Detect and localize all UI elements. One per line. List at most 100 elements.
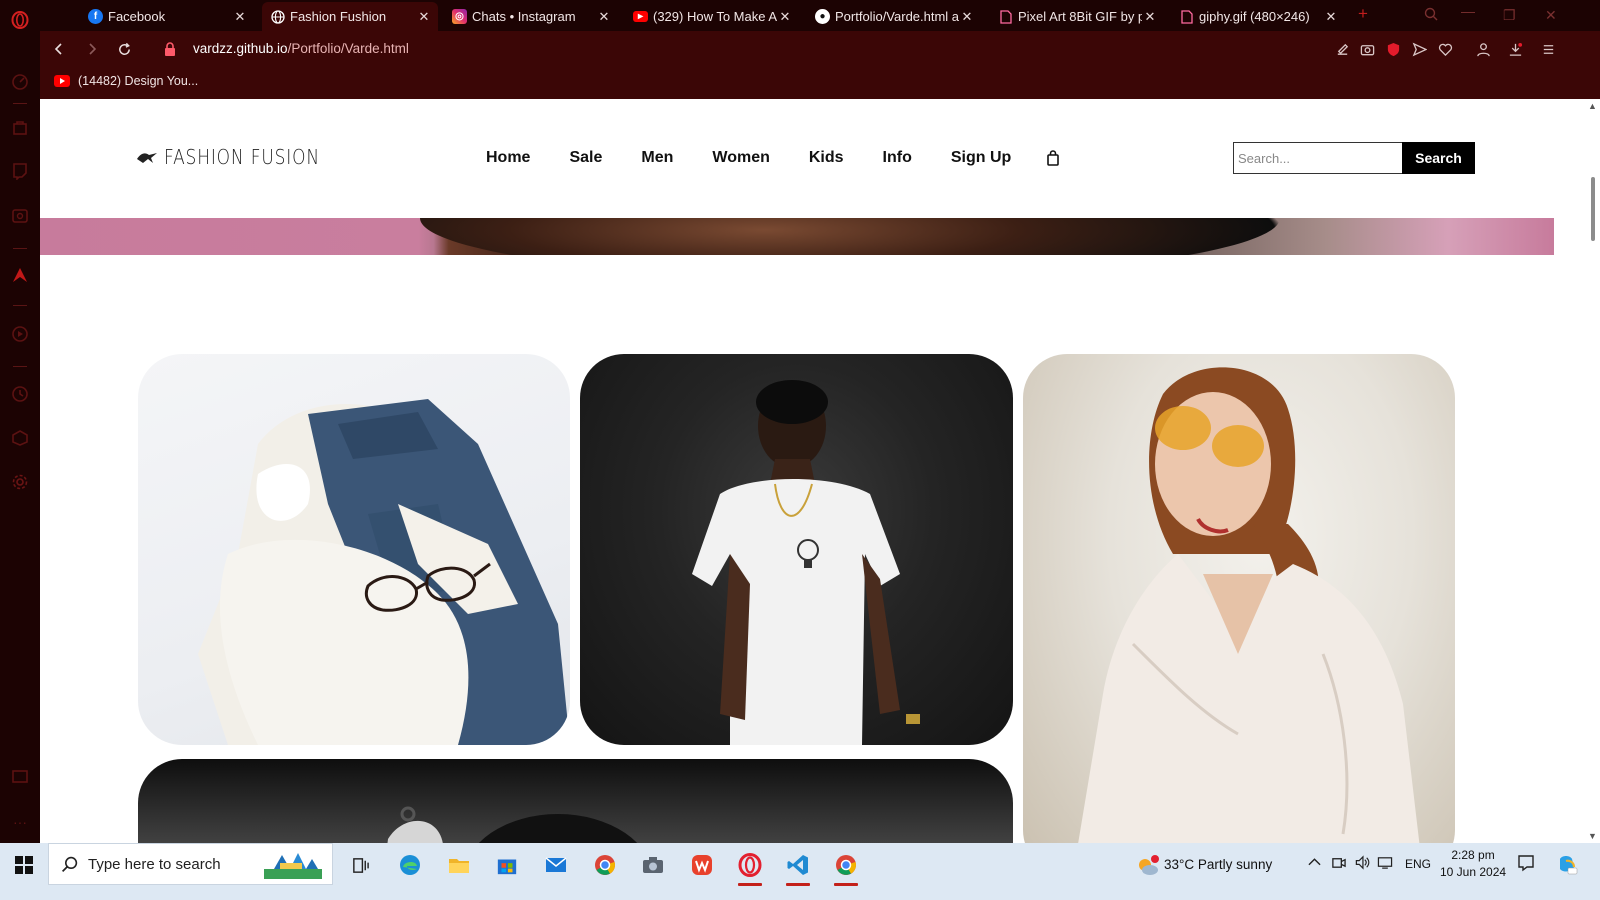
file-explorer-icon[interactable]	[444, 850, 474, 880]
page-scrollbar[interactable]: ▲ ▼	[1586, 99, 1600, 843]
nav-men[interactable]: Men	[641, 149, 673, 167]
lock-icon[interactable]	[164, 42, 176, 56]
heart-bookmark-icon[interactable]	[1437, 41, 1454, 58]
easy-menu-icon[interactable]	[1540, 41, 1557, 58]
instagram-icon: ◎	[452, 9, 467, 24]
tab-title: (329) How To Make A Po	[653, 9, 777, 24]
close-icon[interactable]: ✕	[1142, 9, 1158, 25]
youtube-icon	[54, 75, 70, 87]
adblock-shield-icon[interactable]	[1385, 41, 1402, 58]
scroll-up-arrow-icon[interactable]: ▲	[1588, 101, 1597, 111]
reload-icon[interactable]	[115, 40, 133, 58]
tab-github[interactable]: ● Portfolio/Varde.html at m ✕	[807, 2, 981, 31]
edge-icon[interactable]	[395, 850, 425, 880]
nav-info[interactable]: Info	[883, 149, 912, 167]
gallery-image-bw-portrait[interactable]	[138, 759, 1013, 843]
tab-search-icon[interactable]	[1424, 7, 1438, 24]
search-icon	[61, 856, 78, 872]
tab-youtube[interactable]: ▸ (329) How To Make A Po ✕	[625, 2, 799, 31]
bookmark-design-youtube[interactable]: (14482) Design You...	[54, 74, 198, 88]
network-icon[interactable]	[1377, 855, 1393, 873]
close-icon[interactable]: ✕	[232, 9, 248, 25]
minimize-icon[interactable]: —	[1461, 3, 1475, 19]
logo-text: FASHION FUSION	[164, 145, 320, 169]
tab-pixel-art[interactable]: Pixel Art 8Bit GIF by pixel ✕	[990, 2, 1164, 31]
task-view-icon[interactable]	[345, 850, 375, 880]
chrome-running-icon[interactable]	[831, 850, 861, 886]
nav-kids[interactable]: Kids	[809, 149, 844, 167]
vscode-icon[interactable]	[783, 850, 813, 886]
close-icon[interactable]: ✕	[1323, 9, 1339, 25]
scroll-down-arrow-icon[interactable]: ▼	[1588, 831, 1597, 841]
language-indicator[interactable]: ENG	[1405, 857, 1431, 871]
tab-bar: f Facebook ✕ Fashion Fushion ✕ ◎ Chats •…	[40, 0, 1600, 31]
microsoft-store-icon[interactable]	[492, 850, 522, 880]
nav-sale[interactable]: Sale	[569, 149, 602, 167]
taskbar-search-box[interactable]: Type here to search	[48, 843, 333, 885]
wps-office-icon[interactable]	[687, 850, 717, 880]
close-icon[interactable]: ✕	[777, 9, 793, 25]
chrome-icon[interactable]	[590, 850, 620, 880]
shopping-bag-icon[interactable]	[1046, 150, 1060, 166]
tab-facebook[interactable]: f Facebook ✕	[80, 2, 254, 31]
opera-logo-icon[interactable]	[11, 11, 29, 29]
facebook-icon: f	[88, 9, 103, 24]
send-icon[interactable]	[1411, 41, 1428, 58]
volume-icon[interactable]	[1354, 855, 1370, 873]
windows-start-icon[interactable]	[15, 856, 33, 874]
nav-women[interactable]: Women	[712, 149, 769, 167]
restore-icon[interactable]: ❐	[1503, 7, 1516, 24]
window-close-icon[interactable]: ✕	[1545, 7, 1557, 24]
history-icon[interactable]	[11, 385, 29, 403]
search-highlight-icon	[254, 849, 328, 881]
snapshot-camera-icon[interactable]	[1359, 41, 1376, 58]
copilot-icon[interactable]	[1556, 853, 1578, 878]
meet-now-icon[interactable]	[1331, 855, 1346, 873]
player-icon[interactable]	[11, 325, 29, 343]
opera-taskbar-icon[interactable]	[735, 850, 765, 886]
tab-title: Fashion Fushion	[290, 9, 387, 24]
site-logo[interactable]: FASHION FUSION	[136, 145, 347, 169]
easy-setup-icon[interactable]	[1334, 41, 1351, 58]
logo-mark-icon	[137, 153, 157, 163]
site-search-button[interactable]: Search	[1402, 142, 1475, 174]
settings-gear-icon[interactable]	[11, 473, 29, 491]
close-icon[interactable]: ✕	[596, 9, 612, 25]
aria-icon[interactable]	[11, 266, 29, 284]
back-arrow-icon[interactable]	[50, 40, 68, 58]
gallery-image-man-white-tee[interactable]	[580, 354, 1013, 745]
system-clock[interactable]: 2:28 pm 10 Jun 2024	[1440, 847, 1506, 881]
scrollbar-thumb[interactable]	[1591, 177, 1595, 241]
clock-time: 2:28 pm	[1451, 848, 1495, 862]
wallet-icon[interactable]	[11, 767, 29, 785]
extensions-icon[interactable]	[11, 429, 29, 447]
tab-fashion-fushion[interactable]: Fashion Fushion ✕	[262, 2, 438, 31]
tray-overflow-chevron-up-icon[interactable]	[1308, 855, 1321, 870]
new-tab-plus-icon[interactable]: +	[1358, 4, 1368, 24]
tab-giphy[interactable]: giphy.gif (480×246) ✕	[1171, 2, 1345, 31]
gallery-image-woman-sunglasses[interactable]	[1023, 354, 1455, 843]
gallery-image-clothes[interactable]	[138, 354, 570, 745]
nav-home[interactable]: Home	[486, 149, 530, 167]
url-field[interactable]: vardzz.github.io/Portfolio/Varde.html	[193, 41, 409, 56]
close-icon[interactable]: ✕	[416, 9, 432, 25]
notification-center-icon[interactable]	[1517, 854, 1535, 875]
mail-icon[interactable]	[541, 850, 571, 880]
more-icon[interactable]: ···	[11, 813, 29, 831]
account-icon[interactable]	[1475, 41, 1492, 58]
weather-icon[interactable]	[1135, 851, 1161, 881]
close-icon[interactable]: ✕	[959, 9, 975, 25]
tab-instagram[interactable]: ◎ Chats • Instagram ✕	[444, 2, 618, 31]
forward-arrow-icon[interactable]	[83, 40, 101, 58]
browser-sidebar: ···	[0, 0, 40, 858]
twitch-icon[interactable]	[11, 162, 29, 180]
speed-dial-icon[interactable]	[11, 73, 29, 91]
download-icon[interactable]	[1507, 41, 1524, 58]
camera-app-icon[interactable]	[638, 850, 668, 880]
shopping-icon[interactable]	[11, 118, 29, 136]
nav-sign-up[interactable]: Sign Up	[951, 149, 1011, 167]
hero-banner	[40, 218, 1554, 255]
games-icon[interactable]	[11, 207, 29, 225]
weather-text[interactable]: 33°C Partly sunny	[1164, 857, 1272, 872]
site-search-input[interactable]	[1233, 142, 1403, 174]
